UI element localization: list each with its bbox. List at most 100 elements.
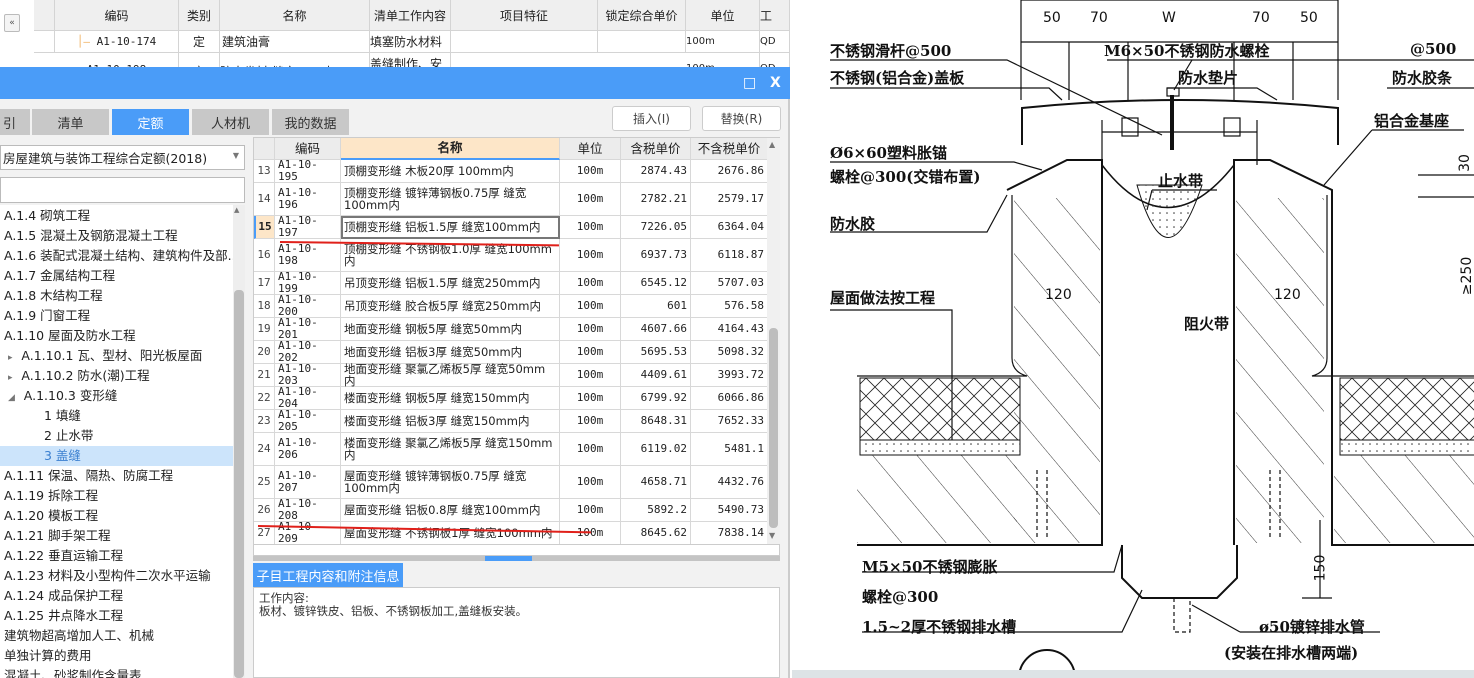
price-without-tax[interactable]: 5481.1: [691, 433, 768, 466]
panel-splitter[interactable]: [253, 556, 780, 561]
info-tab[interactable]: 子目工程内容和附注信息: [253, 563, 403, 587]
header-type[interactable]: 类别: [179, 0, 220, 31]
row-number[interactable]: 16: [254, 239, 275, 272]
tree-item[interactable]: 建筑物超高增加人工、机械: [0, 626, 233, 646]
row-number[interactable]: 18: [254, 295, 275, 318]
tab-quota[interactable]: 定额: [112, 109, 189, 135]
quota-code[interactable]: A1-10-201: [275, 317, 341, 341]
tree-item[interactable]: A.1.6 装配式混凝土结构、建筑构件及部...: [0, 246, 233, 266]
scroll-up-icon[interactable]: ▲: [769, 140, 775, 149]
quota-code[interactable]: A1-10-199: [275, 271, 341, 295]
tab-my-data[interactable]: 我的数据: [272, 109, 349, 135]
row-number[interactable]: 24: [254, 433, 275, 466]
tab-index[interactable]: 引: [0, 109, 30, 135]
price-without-tax[interactable]: 576.58: [691, 295, 768, 318]
price-without-tax[interactable]: 5490.73: [691, 499, 768, 522]
price-with-tax[interactable]: 5892.2: [621, 499, 691, 522]
row-number[interactable]: 17: [254, 272, 275, 295]
grid-header-quota-name[interactable]: 名称: [341, 138, 560, 160]
tree-item[interactable]: A.1.7 金属结构工程: [0, 266, 233, 286]
row-extra[interactable]: QD: [760, 53, 790, 68]
unit[interactable]: 100m: [560, 341, 621, 364]
quota-name[interactable]: 吊顶变形缝 胶合板5厚 缝宽250mm内: [341, 295, 560, 318]
tree-item[interactable]: A.1.25 井点降水工程: [0, 606, 233, 626]
unit[interactable]: 100m: [560, 387, 621, 410]
tree-item[interactable]: ◢ A.1.10.3 变形缝: [0, 386, 233, 406]
dialog-title-bar[interactable]: □ X: [0, 67, 790, 99]
search-input[interactable]: [0, 177, 245, 203]
row-feature[interactable]: [451, 31, 598, 53]
header-name[interactable]: 名称: [220, 0, 370, 31]
tree-item[interactable]: A.1.11 保温、隔热、防腐工程: [0, 466, 233, 486]
replace-button[interactable]: 替换(R): [702, 106, 781, 131]
price-without-tax[interactable]: 6364.04: [691, 216, 768, 239]
price-with-tax[interactable]: 4409.61: [621, 364, 691, 387]
tree-item[interactable]: 2 止水带: [0, 426, 233, 446]
unit[interactable]: 100m: [560, 364, 621, 387]
grid-scrollbar[interactable]: ▲ ▼: [767, 138, 780, 544]
grid-header-price-with-tax[interactable]: 含税单价: [621, 138, 691, 160]
row-number[interactable]: 15: [254, 216, 275, 239]
insert-button[interactable]: 插入(I): [612, 106, 691, 131]
row-locked-price[interactable]: [598, 31, 686, 53]
unit[interactable]: 100m: [560, 318, 621, 341]
row-type[interactable]: 定: [179, 31, 220, 53]
tree-item[interactable]: A.1.4 砌筑工程: [0, 206, 233, 226]
grid-header-quota-code[interactable]: 编码: [275, 138, 341, 160]
header-extra[interactable]: 工: [760, 0, 790, 31]
price-without-tax[interactable]: 6066.86: [691, 387, 768, 410]
price-with-tax[interactable]: 6545.12: [621, 272, 691, 295]
price-without-tax[interactable]: 7838.14: [691, 522, 768, 544]
header-code[interactable]: 编码: [55, 0, 179, 31]
scroll-thumb[interactable]: [769, 328, 778, 528]
price-with-tax[interactable]: 8645.62: [621, 522, 691, 544]
collapse-arrow-icon[interactable]: ◢: [8, 393, 18, 403]
row-unit[interactable]: 100m: [686, 31, 760, 53]
price-without-tax[interactable]: 2579.17: [691, 183, 768, 216]
quota-code[interactable]: A1-10-205: [275, 409, 341, 433]
row-number[interactable]: 13: [254, 160, 275, 183]
tree-item[interactable]: 单独计算的费用: [0, 646, 233, 666]
unit[interactable]: 100m: [560, 499, 621, 522]
unit[interactable]: 100m: [560, 410, 621, 433]
row-number[interactable]: 23: [254, 410, 275, 433]
quota-code[interactable]: A1-10-195: [275, 159, 341, 183]
header-feature[interactable]: 项目特征: [451, 0, 598, 31]
quota-code[interactable]: A1-10-196: [275, 183, 341, 216]
tree-scrollbar[interactable]: ▲: [233, 205, 245, 678]
unit[interactable]: 100m: [560, 272, 621, 295]
row-number[interactable]: 20: [254, 341, 275, 364]
quota-code[interactable]: A1-10-203: [275, 363, 341, 387]
header-unit[interactable]: 单位: [686, 0, 760, 31]
price-with-tax[interactable]: 6937.73: [621, 239, 691, 272]
tree-item[interactable]: A.1.21 脚手架工程: [0, 526, 233, 546]
price-without-tax[interactable]: 4164.43: [691, 318, 768, 341]
tree-item[interactable]: A.1.5 混凝土及钢筋混凝土工程: [0, 226, 233, 246]
row-number[interactable]: 19: [254, 318, 275, 341]
header-locked-price[interactable]: 锁定综合单价: [598, 0, 686, 31]
quota-library-select[interactable]: 房屋建筑与装饰工程综合定额(2018) ▼: [0, 145, 245, 170]
unit[interactable]: 100m: [560, 433, 621, 466]
quota-code[interactable]: A1-10-208: [275, 498, 341, 522]
quota-name[interactable]: 屋面变形缝 不锈钢板1厚 缝宽100mm内: [341, 522, 560, 544]
price-without-tax[interactable]: 7652.33: [691, 410, 768, 433]
quota-name[interactable]: 屋面变形缝 镀锌薄钢板0.75厚 缝宽100mm内: [341, 466, 560, 499]
grid-header-unit[interactable]: 单位: [560, 138, 621, 160]
tree-item[interactable]: A.1.9 门窗工程: [0, 306, 233, 326]
row-number[interactable]: 22: [254, 387, 275, 410]
maximize-icon[interactable]: □: [743, 75, 756, 91]
quota-code[interactable]: A1-10-197: [275, 215, 341, 239]
unit[interactable]: 100m: [560, 466, 621, 499]
quota-name[interactable]: 地面变形缝 钢板5厚 缝宽50mm内: [341, 318, 560, 341]
collapse-button[interactable]: «: [4, 14, 20, 32]
grid-header-price-without-tax[interactable]: 不含税单价: [691, 138, 768, 160]
price-without-tax[interactable]: 5707.03: [691, 272, 768, 295]
unit[interactable]: 100m: [560, 160, 621, 183]
unit[interactable]: 100m: [560, 522, 621, 544]
row-content[interactable]: 填塞防水材料: [370, 31, 451, 53]
row-number[interactable]: 14: [254, 183, 275, 216]
row-unit[interactable]: 100m: [686, 53, 760, 68]
price-with-tax[interactable]: 7226.05: [621, 216, 691, 239]
header-content[interactable]: 清单工作内容: [370, 0, 451, 31]
price-with-tax[interactable]: 5695.53: [621, 341, 691, 364]
